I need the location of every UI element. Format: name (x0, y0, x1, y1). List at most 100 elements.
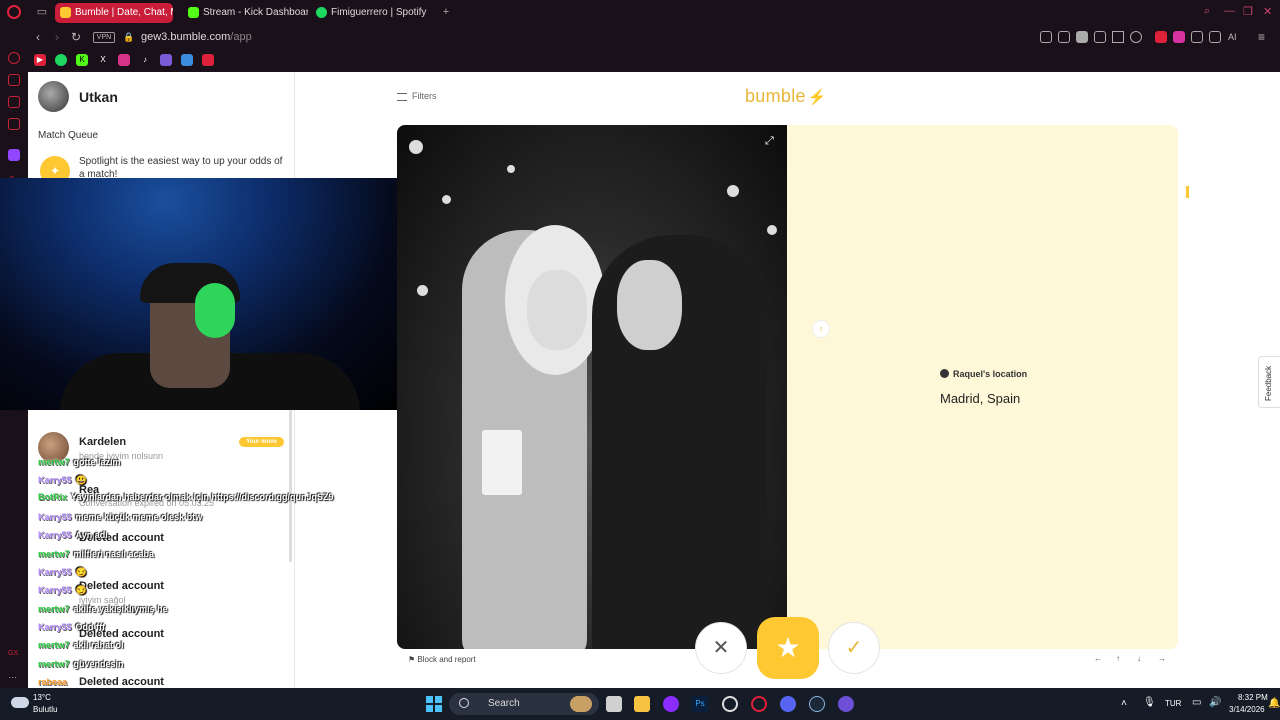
maximize-icon[interactable]: ❐ (1243, 5, 1253, 18)
conversation-name[interactable]: Deleted account (79, 676, 164, 688)
sidebar-icon[interactable] (8, 74, 20, 86)
windows-logo-pane (426, 705, 433, 712)
tab-kick-dashboard[interactable]: Stream - Kick Dashboard (183, 3, 308, 23)
language-indicator[interactable]: TUR (1165, 699, 1181, 708)
tab-label: Fimiguerrero | Spotify (331, 7, 427, 18)
scroll-up-icon[interactable]: ↑ (812, 320, 830, 338)
search-icon (459, 698, 469, 708)
account-icon[interactable] (1209, 31, 1221, 43)
tiktok-bookmark-icon[interactable]: ♪ (139, 54, 151, 66)
app-icon[interactable] (838, 696, 854, 712)
shield-icon[interactable] (1076, 31, 1088, 43)
extension-bookmark-icon[interactable] (181, 54, 193, 66)
profile-photo[interactable]: ⤢ (397, 125, 787, 649)
spotify-bookmark-icon[interactable] (55, 54, 67, 66)
adblock-extension-icon[interactable] (1155, 31, 1167, 43)
x-bookmark-icon[interactable]: X (97, 54, 109, 66)
aria-sidebar-icon[interactable] (8, 52, 20, 64)
volume-icon[interactable]: 🔊 (1209, 697, 1221, 708)
kick-bookmark-icon[interactable]: K (76, 54, 88, 66)
opera-logo-icon[interactable] (7, 5, 21, 19)
chat-message: Karry55 Odd fff (38, 622, 105, 632)
extension-icon[interactable] (1173, 31, 1185, 43)
filters-button[interactable]: Filters (397, 91, 437, 101)
profile-scroll-indicator[interactable] (1186, 186, 1189, 198)
discord-icon[interactable] (780, 696, 796, 712)
extensions-puzzle-icon[interactable] (1191, 31, 1203, 43)
sidebar-icon[interactable] (8, 118, 20, 130)
app-icon[interactable] (722, 696, 738, 712)
new-tab-button[interactable]: + (439, 5, 453, 19)
weather-temperature[interactable]: 13°C (33, 693, 51, 702)
bookmark-page-icon[interactable] (1040, 31, 1052, 43)
opera-gx-taskbar-icon[interactable] (751, 696, 767, 712)
close-icon[interactable]: ✕ (1263, 5, 1272, 18)
pass-button[interactable]: ✕ (695, 622, 747, 674)
file-explorer-icon[interactable] (634, 696, 650, 712)
tray-chevron-up-icon[interactable]: ˄ (1121, 698, 1127, 709)
spotify-favicon-icon (316, 7, 327, 18)
avatar[interactable] (38, 81, 69, 112)
game-bookmark-icon[interactable] (202, 54, 214, 66)
conversation-scrollbar[interactable] (289, 402, 292, 562)
lock-icon[interactable]: 🔒 (123, 32, 134, 43)
minimize-icon[interactable]: — (1224, 5, 1235, 17)
notifications-icon[interactable]: 🔔 (1268, 698, 1280, 709)
chat-message: mertw7 gotte lazım (38, 457, 121, 467)
start-button[interactable] (426, 696, 442, 712)
snapshot-icon[interactable] (1058, 31, 1070, 43)
steam-icon[interactable] (809, 696, 825, 712)
app-icon[interactable] (663, 696, 679, 712)
menu-icon[interactable]: ≡ (1258, 30, 1265, 44)
photo-flower (727, 185, 739, 197)
clock-date[interactable]: 3/14/2026 (1229, 705, 1265, 714)
vpn-badge[interactable]: VPN (93, 32, 115, 43)
weather-description[interactable]: Bulutlu (33, 705, 57, 714)
task-view-icon[interactable] (606, 696, 622, 712)
display-icon[interactable]: ▭ (1192, 697, 1201, 708)
chat-message: rabeaa (38, 677, 71, 687)
youtube-bookmark-icon[interactable]: ▶ (34, 54, 46, 66)
expand-icon[interactable]: ⤢ (765, 135, 774, 148)
chat-message: mertw7 akil rahat ol (38, 640, 124, 650)
tab-label: Stream - Kick Dashboard (203, 7, 308, 18)
search-tabs-icon[interactable]: ⌕ (1204, 5, 1210, 18)
profile-name[interactable]: Utkan (79, 89, 118, 105)
more-icon[interactable]: … (8, 670, 20, 682)
forward-icon[interactable]: › (55, 30, 59, 44)
block-report-link[interactable]: ⚑ Block and report (408, 655, 476, 664)
translate-icon[interactable] (1094, 31, 1106, 43)
tab-spotify[interactable]: Fimiguerrero | Spotify (311, 3, 429, 23)
ai-button[interactable]: AI (1228, 32, 1237, 42)
feedback-tab[interactable]: Feedback (1258, 356, 1280, 408)
conversation-name[interactable]: Deleted account (79, 580, 164, 592)
microphone-icon[interactable]: 🎙 (1143, 697, 1156, 708)
instagram-bookmark-icon[interactable] (118, 54, 130, 66)
widget-icon[interactable] (570, 696, 592, 712)
like-button[interactable]: ✓ (828, 622, 880, 674)
cloud-icon[interactable] (11, 697, 29, 708)
filters-label: Filters (412, 91, 437, 101)
gx-icon[interactable]: GX (8, 650, 20, 662)
address-bar: ‹ › ↻ VPN 🔒 gew3.bumble.com/app AI ≡ (28, 25, 1280, 50)
heart-icon[interactable] (1130, 31, 1142, 43)
reload-icon[interactable]: ↻ (71, 30, 81, 44)
bolt-icon: ⚡ (807, 89, 827, 106)
chat-username: BotRix (38, 492, 67, 502)
twitch-bookmark-icon[interactable] (160, 54, 172, 66)
bumble-favicon-icon (60, 7, 71, 18)
bumble-logo[interactable]: bumble ⚡ (745, 86, 827, 107)
photoshop-icon[interactable]: Ps (692, 696, 708, 712)
url-field[interactable]: gew3.bumble.com/app (141, 31, 252, 43)
superswipe-button[interactable]: ★ (757, 617, 819, 679)
chat-message: Karry55 meme küçük meme olesk btw (38, 512, 202, 522)
workspaces-icon[interactable]: ▭ (35, 5, 49, 19)
messenger-sidebar-icon[interactable] (8, 96, 20, 108)
twitch-sidebar-icon[interactable] (8, 149, 20, 161)
windows-logo-pane (435, 696, 442, 703)
clock-time[interactable]: 8:32 PM (1238, 693, 1268, 702)
tab-bumble[interactable]: Bumble | Date, Chat, Meet (55, 3, 173, 23)
conversation-name[interactable]: Kardelen (79, 436, 126, 448)
back-icon[interactable]: ‹ (36, 30, 40, 44)
player-icon[interactable] (1112, 31, 1124, 43)
